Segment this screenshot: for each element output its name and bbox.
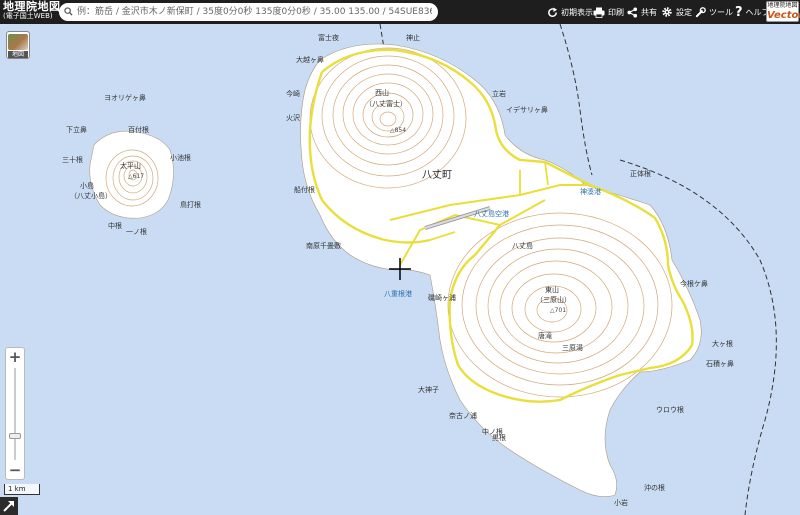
search-icon <box>64 7 73 16</box>
map-label-sanjune: 三十根 <box>62 155 83 164</box>
map-thumbnail-icon <box>8 34 28 50</box>
reset-view-button[interactable]: 初期表示 <box>547 4 593 20</box>
zoom-out-button[interactable]: − <box>6 461 24 479</box>
share-button[interactable]: 共有 <box>627 4 657 20</box>
vector-logo-text: Vector <box>767 10 800 21</box>
map-label-koiwa: 小岩 <box>614 498 628 507</box>
map-label-okinone: 沖の根 <box>644 483 665 492</box>
arrow-icon <box>3 501 14 512</box>
top-toolbar: 地理院地図 (電子国土WEB) 初期表示 印刷 共有 <box>0 0 800 24</box>
search-input[interactable] <box>77 4 432 20</box>
share-label: 共有 <box>641 7 657 17</box>
map-label-kamogawa: 火沢 <box>286 113 300 122</box>
map-label-tatemachi: 立岩 <box>492 89 506 98</box>
map-label-mihara: （三原山） <box>536 295 571 304</box>
map-label-izesaki: イデサリヶ鼻 <box>506 105 548 114</box>
map-label-otoriyagahama: ヨオリゲヶ鼻 <box>104 93 146 102</box>
map-label-mihara-elevation: △701 <box>550 307 566 314</box>
map-label-ichinone: 一ノ根 <box>126 227 147 236</box>
app-subtitle: (電子国土WEB) <box>3 12 53 20</box>
map-label-uzuuhana: ウロウ根 <box>656 405 684 414</box>
layer-switch-button[interactable]: 地図 <box>6 31 30 59</box>
map-label-ishizumi: 石積ヶ鼻 <box>706 359 734 368</box>
zoom-control: + − <box>5 347 25 480</box>
map-label-seitaine: 正体根 <box>630 169 651 178</box>
help-icon: ? <box>735 4 743 20</box>
map-view[interactable]: 八丈町 西山 （八丈富士） △854 大越ヶ鼻 今崎 火沢 船付根 南原千畳敷 … <box>0 23 800 515</box>
map-label-taikine: 大神子 <box>418 385 439 394</box>
map-label-fuji-elevation: △854 <box>390 127 406 134</box>
map-label-oshioni: 大越ヶ鼻 <box>296 55 324 64</box>
search-box <box>59 3 438 21</box>
tools-label: ツール <box>709 7 733 17</box>
map-label-karetaki: 唐滝 <box>538 331 552 340</box>
map-label-keiyusaki: 今根ケ鼻 <box>680 279 708 288</box>
vector-logo-title: 地理院地図 <box>767 2 798 9</box>
map-label-kojima-sub: （八丈小島） <box>70 191 112 200</box>
settings-button[interactable]: 設定 <box>661 4 692 20</box>
layer-switch-label: 地図 <box>8 51 28 58</box>
map-canvas[interactable]: 八丈町 西山 （八丈富士） △854 大越ヶ鼻 今崎 火沢 船付根 南原千畳敷 … <box>0 23 800 515</box>
map-label-hachijoshima: 八丈島 <box>512 241 533 250</box>
map-label-tobako: 鳥打根 <box>180 200 201 209</box>
map-label-shimotachi: 下立鼻 <box>66 125 87 134</box>
map-label-funatsukine: 船付根 <box>294 185 315 194</box>
map-label-miharayu: 三原湯 <box>562 343 583 352</box>
help-button[interactable]: ? ヘルプ <box>735 4 770 20</box>
map-label-nakane: 中根 <box>108 221 122 230</box>
printer-icon <box>593 7 605 18</box>
gear-icon <box>662 7 672 17</box>
map-label-nishiyama: 西山 <box>375 88 389 97</box>
town-label: 八丈町 <box>422 169 452 181</box>
map-label-koike: 小池根 <box>170 153 191 162</box>
map-label-nanbara: 南原千畳敷 <box>306 241 341 250</box>
share-icon <box>627 6 638 18</box>
print-label: 印刷 <box>608 7 624 17</box>
reset-view-label: 初期表示 <box>561 7 593 17</box>
vector-logo[interactable]: 地理院地図 Vector <box>766 1 800 22</box>
zoom-in-button[interactable]: + <box>6 348 24 366</box>
map-label-taiheizan-elevation: △617 <box>128 173 144 180</box>
scale-bar: 1 km <box>4 484 40 495</box>
map-label-dozaki: 今崎 <box>286 89 300 98</box>
print-button[interactable]: 印刷 <box>593 4 624 20</box>
expand-button[interactable] <box>0 497 18 515</box>
map-label-airport: 八丈島空港 <box>474 209 509 218</box>
refresh-icon <box>548 6 558 17</box>
wrench-icon <box>695 6 706 17</box>
map-label-hachijofuji: （八丈富士） <box>365 99 407 108</box>
zoom-slider-thumb[interactable] <box>9 432 21 439</box>
map-label-nakane2: 中ノ根 <box>482 427 503 436</box>
map-label-nakanoura: 奈古ノ浦 <box>449 411 477 420</box>
app-title: 地理院地図 <box>3 0 61 13</box>
map-label-momoari: 百付根 <box>128 125 149 134</box>
map-label-kamidoki: 神止 <box>406 33 420 42</box>
app-brand[interactable]: 地理院地図 (電子国土WEB) <box>3 1 61 20</box>
map-label-isogachi: 磯崎ヶ浦 <box>428 293 456 302</box>
map-label-higashiyama: 東山 <box>545 285 559 294</box>
map-label-taiheizan: 太平山 <box>120 161 141 170</box>
settings-label: 設定 <box>676 7 692 17</box>
map-label-fujiyoto: 富士夜 <box>318 33 339 42</box>
map-label-ooyakehana: 大ヶ根 <box>712 339 733 348</box>
map-label-yaeneko: 八重根港 <box>384 289 412 298</box>
map-label-kamiminato: 神湊港 <box>580 187 601 196</box>
zoom-slider-track[interactable] <box>14 368 16 460</box>
tools-button[interactable]: ツール <box>695 4 733 20</box>
map-label-kojima: 小島 <box>80 181 94 190</box>
